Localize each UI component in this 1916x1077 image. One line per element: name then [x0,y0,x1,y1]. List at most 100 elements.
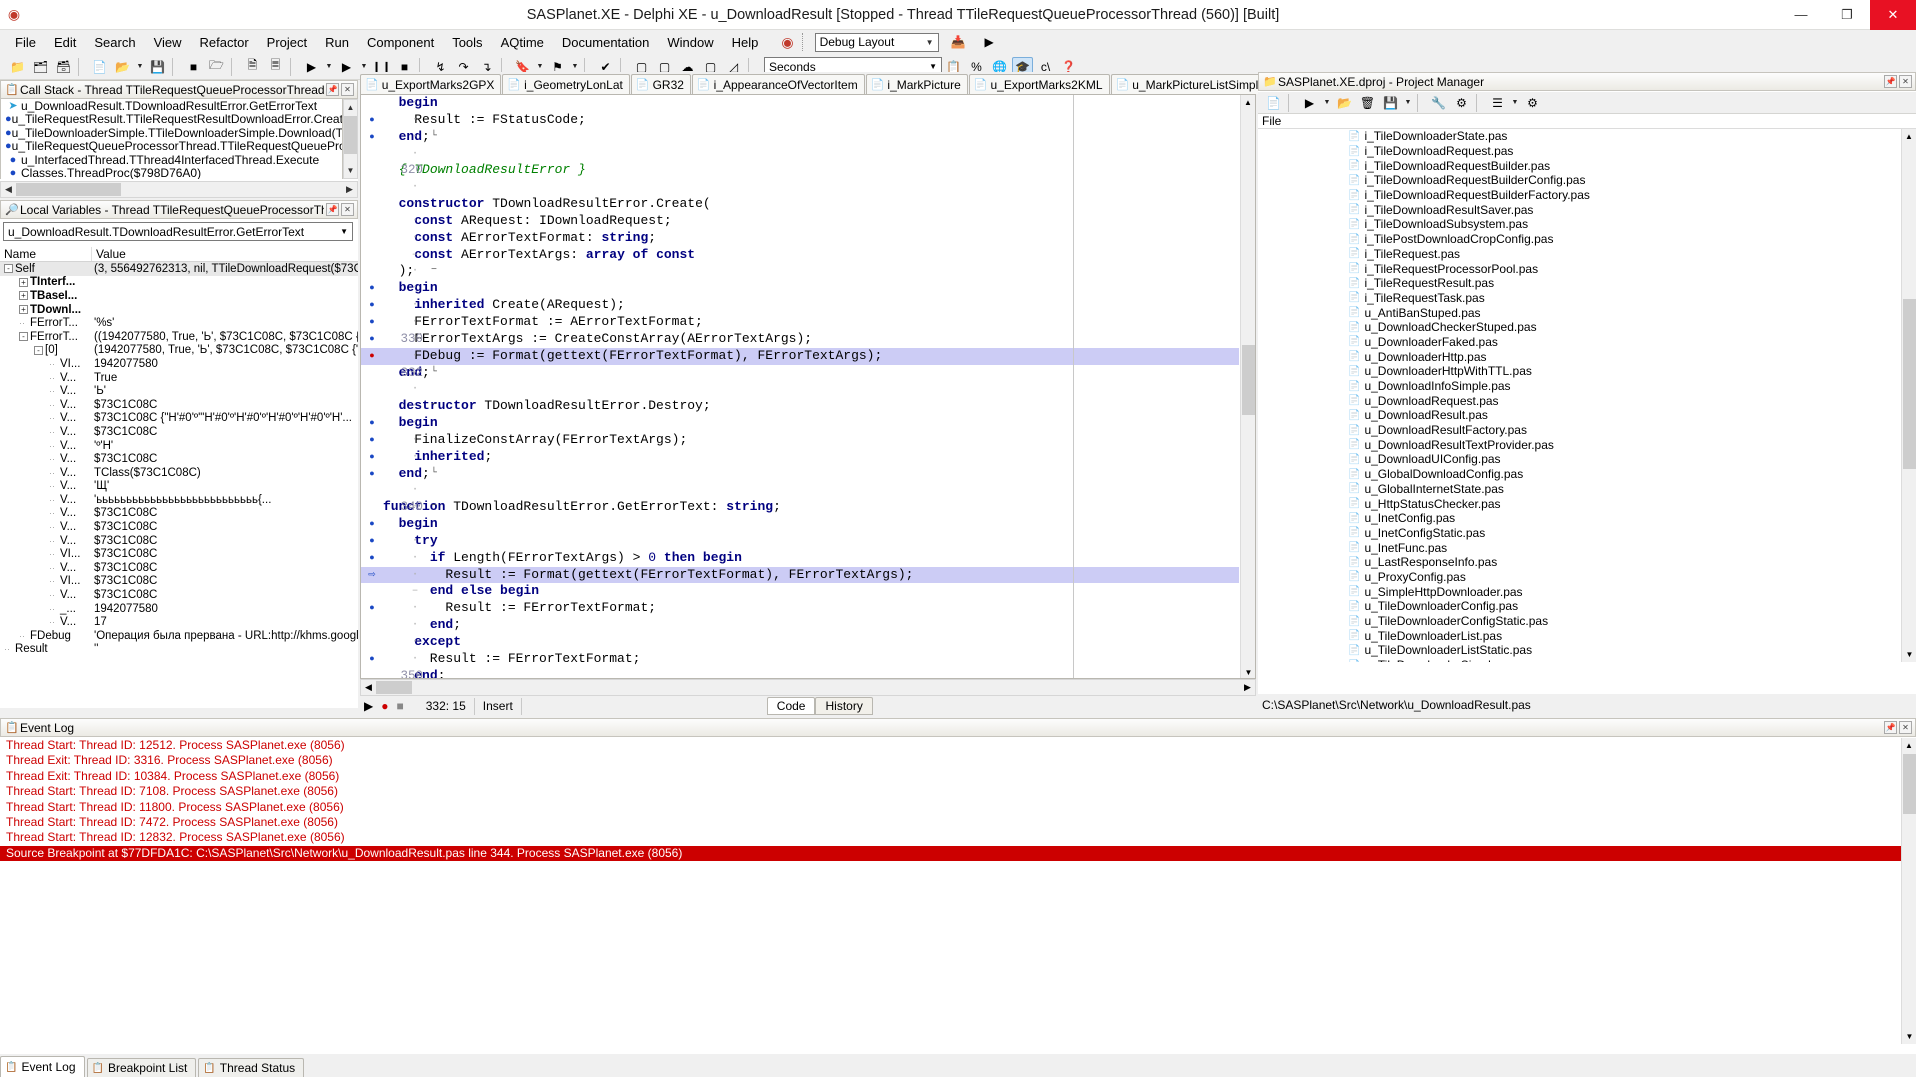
code-fold-marker[interactable]: └ [425,129,443,146]
code-line[interactable]: ●330· FErrorTextArgs := CreateConstArray… [361,331,1239,348]
project-file-row[interactable]: 📄u_DownloadResult.pas [1258,408,1901,423]
scroll-down-icon[interactable]: ▼ [1902,1029,1916,1044]
menu-component[interactable]: Component [358,32,443,53]
project-file-row[interactable]: 📄u_TileDownloaderConfigStatic.pas [1258,614,1901,629]
remove-file-icon[interactable]: 🗑 [1357,93,1378,113]
close-icon[interactable]: ✕ [1899,721,1912,734]
variable-row[interactable]: ··V...'º'H' [0,439,358,453]
menu-project[interactable]: Project [258,32,316,53]
add-file-icon[interactable]: 📂 [1334,93,1355,113]
chevron-down-icon[interactable]: ▼ [134,57,146,77]
call-stack-row[interactable]: ● u_InterfacedThread.TThread4InterfacedT… [1,153,342,167]
variable-row[interactable]: +TBaseI... [0,289,358,303]
menu-documentation[interactable]: Documentation [553,32,658,53]
project-file-row[interactable]: 📄u_TileDownloaderSimple.pas [1258,658,1901,662]
chevron-down-icon[interactable]: ▼ [1321,93,1333,113]
add-file-icon[interactable]: 🗁 [206,57,227,77]
executable-line-icon[interactable]: ● [361,112,383,129]
code-line[interactable]: ●· inherited; [361,449,1239,466]
menu-refactor[interactable]: Refactor [191,32,258,53]
save-all-icon[interactable]: 🗃 [53,57,74,77]
project-file-row[interactable]: 📄i_TileRequestResult.pas [1258,276,1901,291]
variable-row[interactable]: -Self(3, 556492762313, nil, TTileDownloa… [0,262,358,276]
project-file-row[interactable]: 📄u_DownloadCheckerStuped.pas [1258,320,1901,335]
set-debug-layout-button[interactable]: ▶ [979,32,1000,52]
variable-row[interactable]: ··VI...$73C1C08C [0,547,358,561]
compile-icon[interactable]: ⚙ [1451,93,1472,113]
chevron-down-icon[interactable]: ▼ [323,57,335,77]
project-file-row[interactable]: 📄u_DownloadUIConfig.pas [1258,452,1901,467]
variable-row[interactable]: -FErrorT...((1942077580, True, 'Ь', $73C… [0,330,358,344]
variable-row[interactable]: ··V...$73C1C08C [0,534,358,548]
project-file-row[interactable]: 📄i_TileDownloaderState.pas [1258,129,1901,144]
executable-line-icon[interactable]: ● [361,466,383,483]
collapse-icon[interactable]: - [4,264,13,273]
code-fold-marker[interactable]: − [425,398,443,415]
variable-row[interactable]: ··V...'Щ' [0,480,358,494]
editor-tab[interactable]: 📄u_ExportMarks2GPX [360,74,501,94]
project-file-row[interactable]: 📄i_TileRequest.pas [1258,247,1901,262]
project-file-row[interactable]: 📄i_TileRequestProcessorPool.pas [1258,261,1901,276]
code-line[interactable]: ⇨· Result := Format(gettext(FErrorTextFo… [361,567,1239,584]
bottom-dock-tab[interactable]: 📋Breakpoint List [87,1058,197,1077]
variable-row[interactable]: ··FErrorT...'%s' [0,316,358,330]
call-stack-row[interactable]: ● u_TileRequestQueueProcessorThread.TTil… [1,140,342,154]
variable-row[interactable]: ··V...$73C1C08C [0,520,358,534]
editor-body[interactable]: · begin●· Result := FStatusCode;●·└ end;… [360,94,1256,679]
code-line[interactable]: ●· Result := FErrorTextFormat; [361,600,1239,617]
remove-file-icon[interactable]: ■ [183,57,204,77]
code-fold-marker[interactable]: └ [425,466,443,483]
project-file-list[interactable]: 📄i_TileDownloaderState.pas 📄i_TileDownloa… [1258,129,1901,662]
new-item-icon[interactable]: 📄 [89,57,110,77]
project-file-row[interactable]: 📄u_DownloadResultTextProvider.pas [1258,437,1901,452]
new-project-icon[interactable]: 📄 [1263,93,1284,113]
call-stack-row[interactable]: ● Classes.ThreadProc($798D76A0) [1,167,342,180]
pin-icon[interactable]: 📌 [326,203,339,216]
activate-project-icon[interactable]: ▶ [1299,93,1320,113]
event-log-row[interactable]: Thread Start: Thread ID: 7108. Process S… [0,784,1916,799]
editor-tab[interactable]: 📄i_AppearanceOfVectorItem [692,74,865,94]
save-layout-button[interactable]: 📥 [948,32,969,52]
scroll-up-icon[interactable]: ▲ [1241,95,1255,110]
tab-code[interactable]: Code [767,697,816,715]
run-with-debug-icon[interactable]: ▶ [336,57,357,77]
breakpoint-icon[interactable]: ● [361,348,383,365]
scroll-down-icon[interactable]: ▼ [1902,647,1916,662]
chevron-down-icon[interactable]: ▼ [1509,93,1521,113]
close-icon[interactable]: ✕ [341,83,354,96]
code-line[interactable]: · begin [361,95,1239,112]
project-file-row[interactable]: 📄u_SimpleHttpDownloader.pas [1258,584,1901,599]
options-icon[interactable]: ⚙ [1522,93,1543,113]
executable-line-icon[interactable]: ● [361,331,383,348]
project-file-row[interactable]: 📄i_TileDownloadResultSaver.pas [1258,202,1901,217]
view-form-icon[interactable]: 🗏 [265,57,286,77]
menu-file[interactable]: File [6,32,45,53]
code-line[interactable]: – end else begin [361,583,1239,600]
scrollbar-thumb[interactable] [1903,299,1916,469]
project-manager-column-header[interactable]: File [1258,114,1916,129]
code-text-area[interactable]: · begin●· Result := FStatusCode;●·└ end;… [361,95,1239,679]
view-unit-icon[interactable]: 🗎 [242,57,263,77]
open-file-icon[interactable]: 📁 [7,57,28,77]
variable-row[interactable]: +TDownl... [0,303,358,317]
code-line[interactable]: ●· begin [361,280,1239,297]
executable-line-icon[interactable]: ● [361,533,383,550]
scroll-left-icon[interactable]: ◀ [1,184,16,195]
editor-horizontal-scrollbar[interactable]: ◀ ▶ [360,679,1256,696]
project-file-row[interactable]: 📄u_TileDownloaderListStatic.pas [1258,643,1901,658]
code-line[interactable]: ●· begin [361,516,1239,533]
expand-icon[interactable]: + [19,278,28,287]
scroll-down-icon[interactable]: ▼ [1241,665,1256,679]
scroll-right-icon[interactable]: ▶ [342,184,357,195]
scrollbar-thumb[interactable] [1242,345,1255,415]
executable-line-icon[interactable]: ● [361,651,383,668]
code-line[interactable]: 340·−function TDownloadResultError.GetEr… [361,499,1239,516]
project-file-row[interactable]: 📄u_LastResponseInfo.pas [1258,555,1901,570]
code-fold-marker[interactable]: └ [425,365,443,382]
editor-tab[interactable]: 📄i_MarkPicture [866,74,968,94]
code-line[interactable]: ●· Result := FErrorTextFormat; [361,651,1239,668]
executable-line-icon[interactable]: ● [361,516,383,533]
variable-row[interactable]: ··VI...1942077580 [0,357,358,371]
code-line[interactable]: ●· if Length(FErrorTextArgs) > 0 then be… [361,550,1239,567]
code-line[interactable]: · [361,381,1239,398]
